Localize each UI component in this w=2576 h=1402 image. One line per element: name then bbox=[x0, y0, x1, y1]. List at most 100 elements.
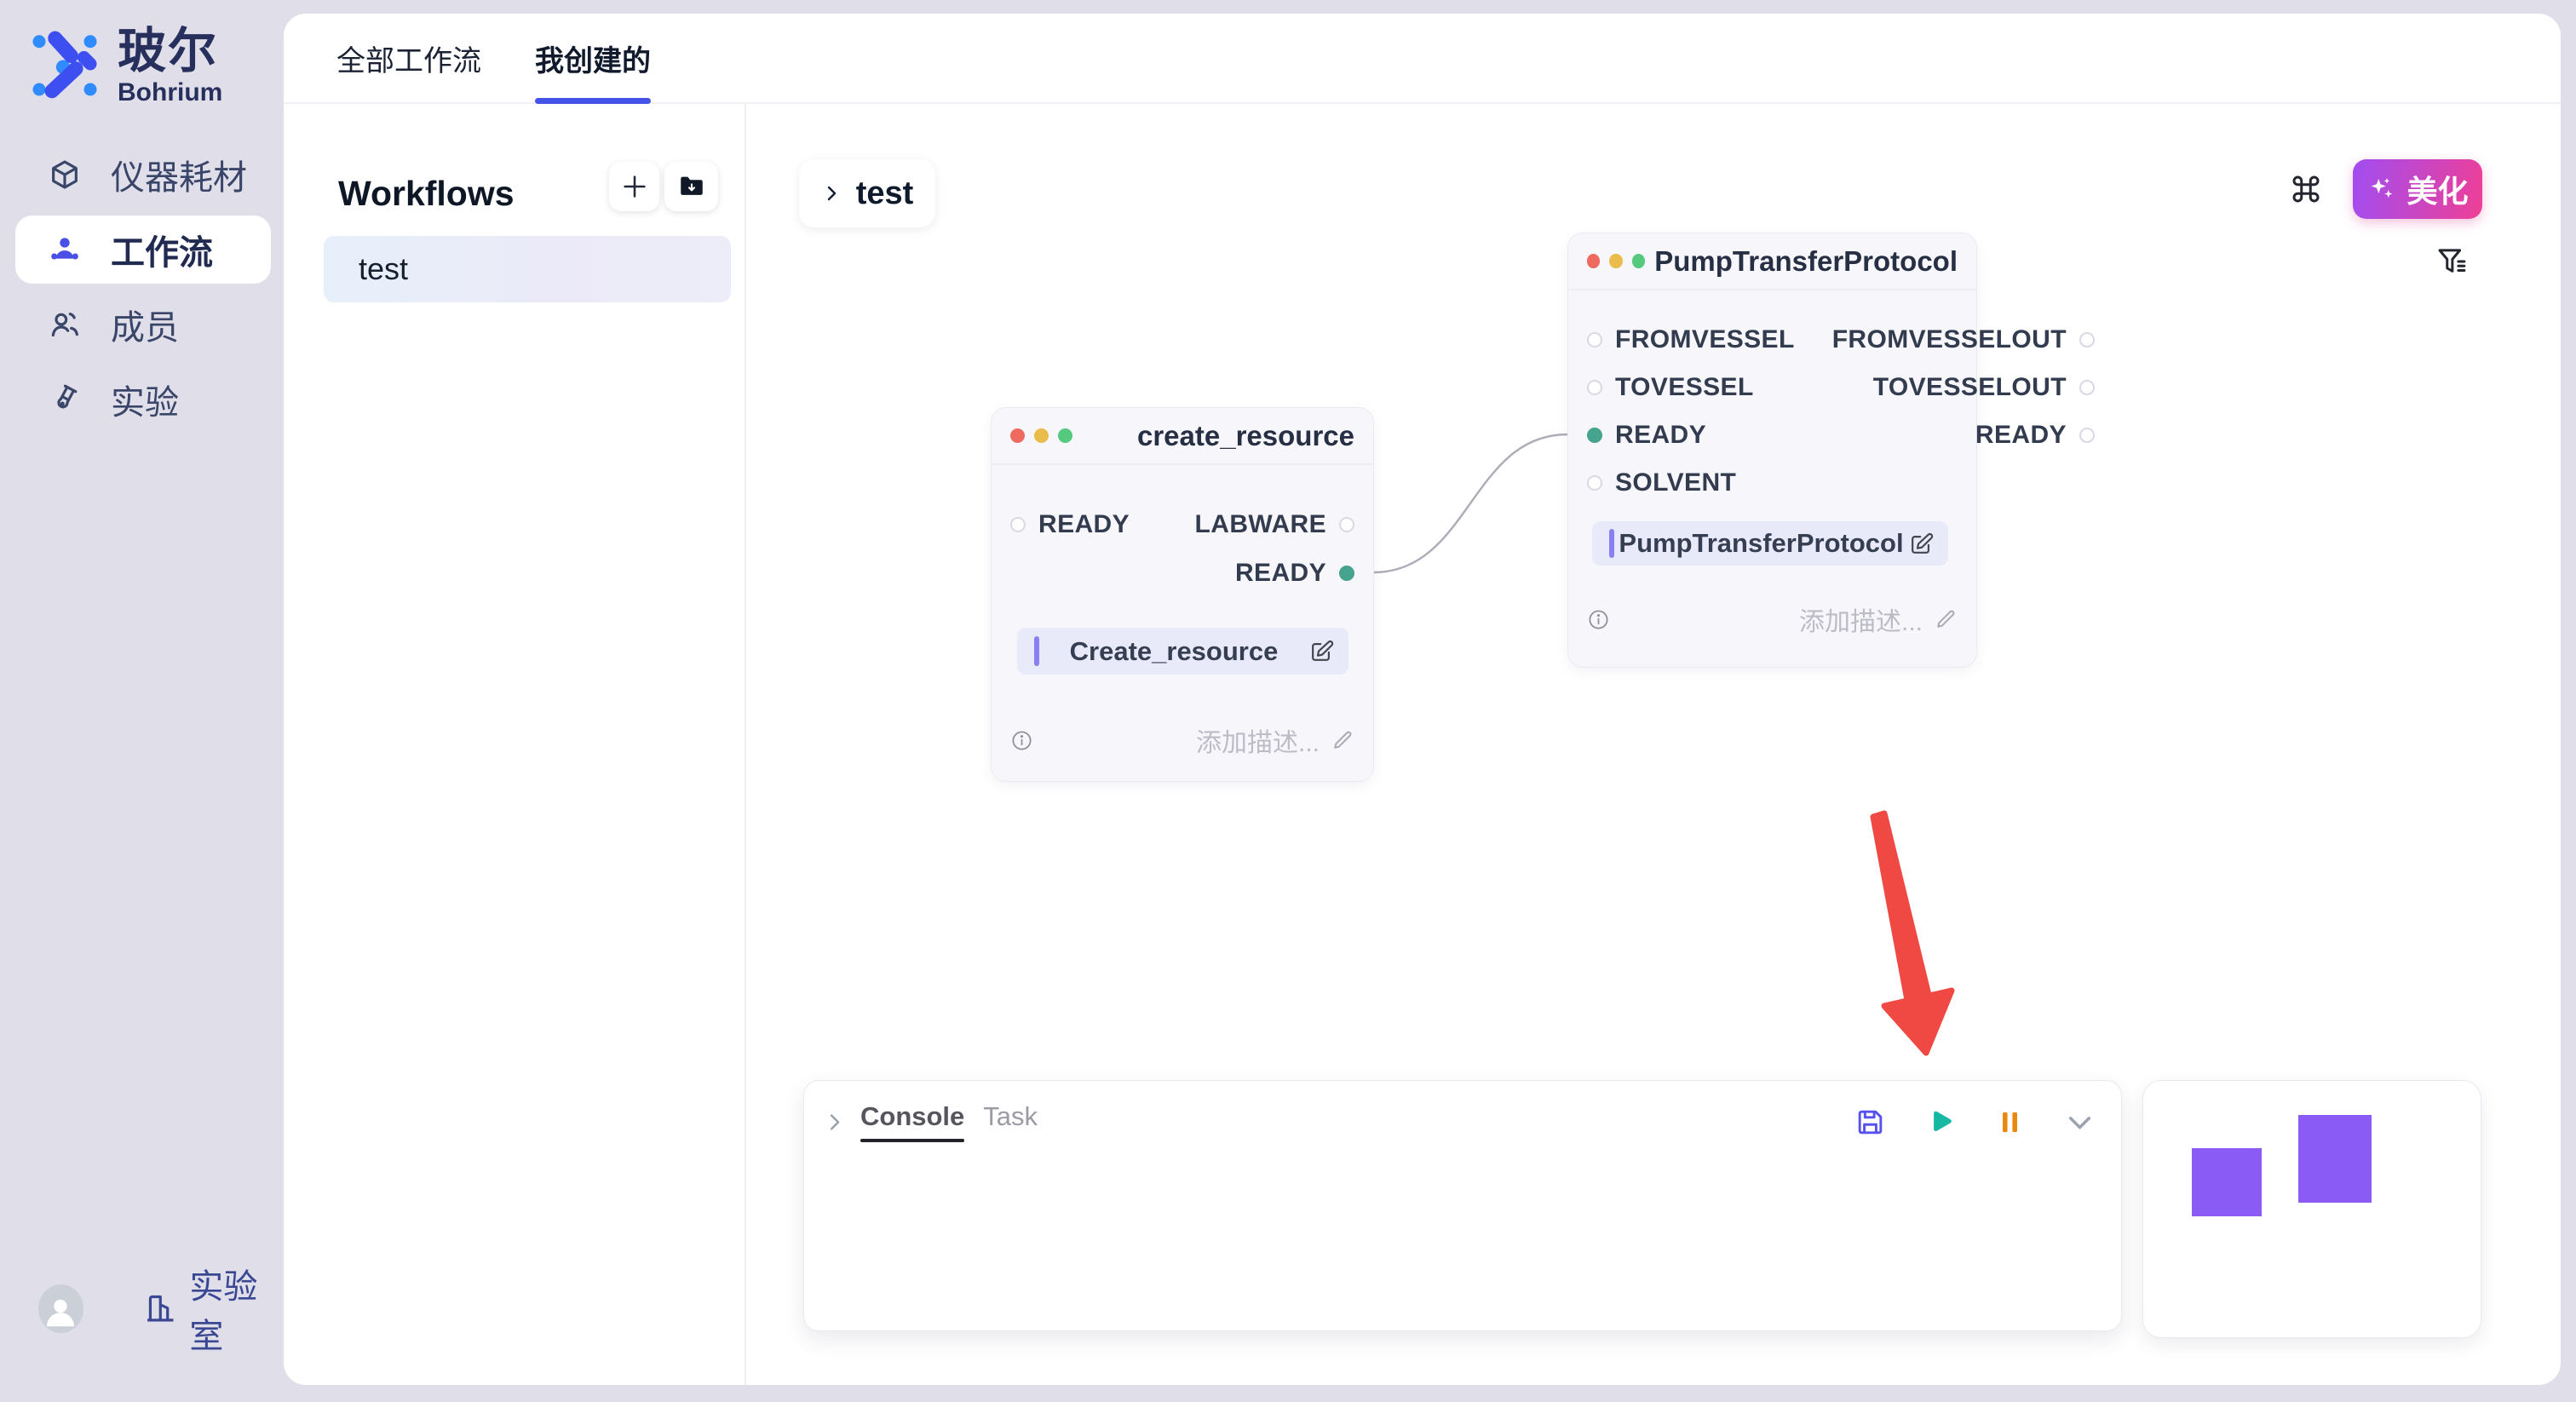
sidebar-menu: 仪器耗材 工作流 成员 bbox=[15, 141, 271, 434]
package-icon bbox=[48, 158, 82, 192]
node-footer: 添加描述... bbox=[1010, 721, 1354, 759]
beautify-button[interactable]: 美化 bbox=[2353, 159, 2482, 219]
command-icon bbox=[2288, 171, 2324, 207]
run-icon[interactable] bbox=[1924, 1106, 1956, 1138]
input-port-solvent[interactable] bbox=[1587, 475, 1602, 491]
description-editor[interactable]: 添加描述... bbox=[1196, 721, 1354, 759]
tab-label: Task bbox=[983, 1101, 1038, 1131]
port-row: FROMVESSELOUT bbox=[1814, 316, 2113, 364]
sidebar-item-label: 工作流 bbox=[111, 225, 213, 274]
tab-label: 我创建的 bbox=[535, 37, 651, 79]
collapse-chevron-down-icon[interactable] bbox=[2064, 1106, 2096, 1138]
output-port-ready[interactable] bbox=[1339, 566, 1354, 581]
import-folder-button[interactable] bbox=[664, 162, 718, 211]
breadcrumb[interactable]: test bbox=[799, 159, 935, 227]
port-label: TOVESSELOUT bbox=[1873, 373, 2067, 402]
chevron-right-icon[interactable] bbox=[823, 1111, 846, 1134]
port-label: SOLVENT bbox=[1615, 468, 1736, 497]
tab-all-workflows[interactable]: 全部工作流 bbox=[336, 14, 481, 102]
sidebar-item-instruments[interactable]: 仪器耗材 bbox=[15, 141, 271, 209]
input-port-tovessel[interactable] bbox=[1587, 380, 1602, 395]
output-ports: FROMVESSELOUT TOVESSELOUT READY bbox=[1814, 316, 2113, 507]
port-row: READY bbox=[1814, 411, 2113, 459]
app-root: 玻尔 Bohrium 仪器耗材 工作流 bbox=[0, 0, 2576, 1402]
description-editor[interactable]: 添加描述... bbox=[1799, 600, 1958, 638]
brand-logo[interactable]: 玻尔 Bohrium bbox=[26, 26, 222, 107]
traffic-red-dot bbox=[1010, 428, 1025, 443]
node-label: PumpTransferProtocol bbox=[1614, 528, 1908, 559]
workspace-switcher[interactable]: 实验室 bbox=[143, 1259, 284, 1358]
sidebar-item-members[interactable]: 成员 bbox=[15, 290, 271, 359]
tab-console[interactable]: Console bbox=[860, 1101, 964, 1142]
port-label: FROMVESSEL bbox=[1615, 325, 1795, 354]
output-port-tovesselout[interactable] bbox=[2079, 380, 2095, 395]
node-label-box[interactable]: PumpTransferProtocol bbox=[1592, 521, 1948, 566]
console-actions bbox=[1854, 1106, 2096, 1138]
input-port-ready[interactable] bbox=[1587, 428, 1602, 443]
beautify-label: 美化 bbox=[2406, 167, 2468, 211]
node-footer: 添加描述... bbox=[1587, 600, 1958, 638]
port-row: READY bbox=[1568, 411, 1814, 459]
output-ports: LABWARE READY bbox=[1176, 500, 1373, 597]
workflow-list-panel: Workflows test bbox=[284, 104, 746, 1385]
pencil-icon bbox=[1934, 607, 1958, 631]
sidebar-item-label: 实验 bbox=[111, 375, 179, 424]
input-port-ready[interactable] bbox=[1010, 517, 1026, 532]
input-port-fromvessel[interactable] bbox=[1587, 332, 1602, 348]
tab-my-created[interactable]: 我创建的 bbox=[535, 14, 651, 102]
workflow-list-item-test[interactable]: test bbox=[324, 236, 731, 302]
description-placeholder: 添加描述... bbox=[1799, 600, 1923, 638]
breadcrumb-label: test bbox=[856, 175, 914, 212]
edit-icon[interactable] bbox=[1308, 638, 1335, 664]
traffic-yellow-dot bbox=[1609, 254, 1622, 268]
node-pump-transfer-protocol[interactable]: PumpTransferProtocol FROMVESSEL TOVESSEL… bbox=[1567, 233, 1977, 668]
output-port-ready[interactable] bbox=[2079, 428, 2095, 443]
port-row: TOVESSELOUT bbox=[1814, 364, 2113, 411]
sidebar-item-experiments[interactable]: 实验 bbox=[15, 365, 271, 434]
node-create-resource[interactable]: create_resource READY LABWARE READY bbox=[991, 407, 1374, 782]
port-row: LABWARE bbox=[1176, 500, 1373, 549]
workspace-label: 实验室 bbox=[189, 1259, 284, 1358]
brand-subtitle: Bohrium bbox=[118, 78, 222, 107]
node-label-box[interactable]: Create_resource bbox=[1017, 628, 1348, 675]
add-workflow-button[interactable] bbox=[609, 162, 659, 211]
workflow-icon bbox=[48, 233, 82, 267]
sidebar-item-label: 仪器耗材 bbox=[111, 150, 247, 199]
filter-button[interactable] bbox=[2434, 244, 2471, 281]
tab-label: 全部工作流 bbox=[336, 37, 481, 79]
output-port-fromvesselout[interactable] bbox=[2079, 332, 2095, 348]
console-header: Console Task bbox=[804, 1081, 2121, 1142]
port-row: READY bbox=[992, 500, 1148, 549]
node-label: Create_resource bbox=[1039, 636, 1308, 667]
chevron-right-icon bbox=[821, 183, 842, 204]
bohrium-logo-icon bbox=[26, 26, 104, 102]
port-label: TOVESSEL bbox=[1615, 373, 1754, 402]
info-icon[interactable] bbox=[1010, 729, 1033, 752]
tab-task[interactable]: Task bbox=[983, 1101, 1038, 1142]
save-icon[interactable] bbox=[1854, 1106, 1886, 1138]
traffic-green-dot bbox=[1058, 428, 1072, 443]
brand-title: 玻尔 bbox=[118, 26, 222, 77]
command-palette-button[interactable] bbox=[2287, 170, 2325, 208]
info-icon[interactable] bbox=[1587, 608, 1610, 631]
sidebar-item-workflow[interactable]: 工作流 bbox=[15, 215, 271, 284]
node-ports: READY LABWARE READY bbox=[992, 500, 1373, 597]
node-header: create_resource bbox=[992, 408, 1373, 465]
minimap[interactable] bbox=[2142, 1080, 2481, 1338]
edit-icon[interactable] bbox=[1908, 531, 1935, 557]
user-icon bbox=[41, 1292, 80, 1331]
traffic-yellow-dot bbox=[1034, 428, 1049, 443]
sidebar-item-label: 成员 bbox=[111, 300, 179, 349]
port-row: TOVESSEL bbox=[1568, 364, 1814, 411]
brand-text: 玻尔 Bohrium bbox=[118, 26, 222, 107]
avatar[interactable] bbox=[38, 1284, 83, 1333]
workflow-panel-title: Workflows bbox=[338, 174, 515, 214]
console-tabs: Console Task bbox=[860, 1101, 1038, 1142]
pause-icon[interactable] bbox=[1994, 1106, 2026, 1138]
port-row: SOLVENT bbox=[1568, 459, 1814, 507]
sparkles-icon bbox=[2366, 174, 2397, 204]
workflow-item-name: test bbox=[359, 251, 408, 287]
port-label: READY bbox=[1975, 421, 2067, 450]
plus-icon bbox=[620, 172, 649, 201]
output-port-labware[interactable] bbox=[1339, 517, 1354, 532]
